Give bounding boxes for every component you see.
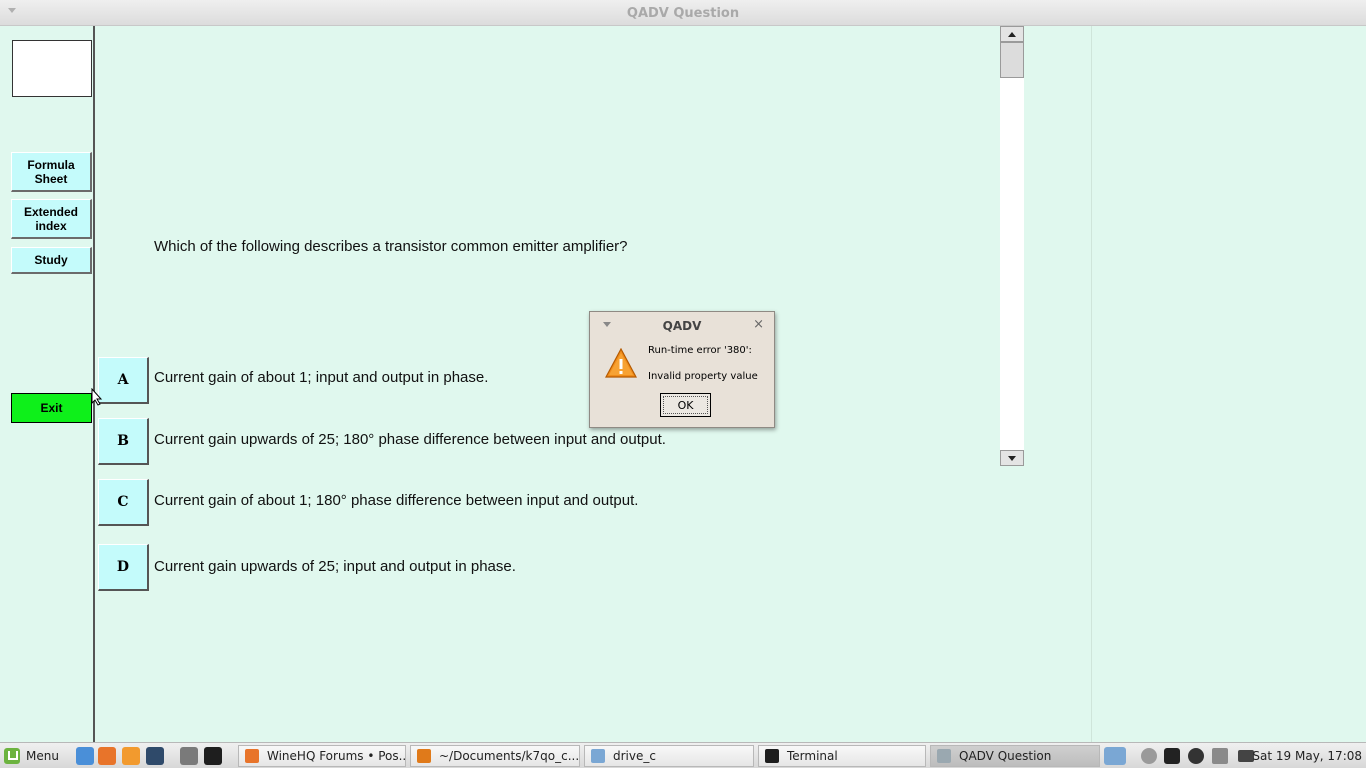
study-label: Study [34, 253, 68, 267]
tray-update[interactable] [1141, 745, 1157, 767]
wine-icon [937, 749, 951, 763]
tray-files[interactable] [1104, 745, 1126, 767]
dialog-close-icon[interactable]: × [753, 317, 764, 332]
formula-sheet-label: Formula Sheet [27, 157, 75, 186]
answer-d-letter: D [116, 559, 130, 575]
scroll-up-button[interactable] [1000, 26, 1024, 42]
exit-button[interactable]: Exit [11, 393, 92, 423]
folder-icon [1104, 747, 1126, 765]
vertical-scrollbar[interactable] [1000, 26, 1024, 466]
tray-network[interactable] [1164, 745, 1180, 767]
study-button[interactable]: Study [11, 247, 92, 274]
volume-icon [1212, 748, 1228, 764]
answer-c-button[interactable]: C [98, 479, 149, 526]
taskbar-window-label: drive_c [613, 749, 656, 763]
left-panel: Formula Sheet Extended index Study Exit [0, 26, 95, 742]
screen-icon [146, 747, 164, 765]
taskbar-window-qadv[interactable]: QADV Question [930, 745, 1100, 767]
mouse-cursor-icon [91, 388, 103, 406]
tray-volume[interactable] [1212, 745, 1228, 767]
error-message-line1: Run-time error '380': [648, 345, 752, 356]
chrome-icon [76, 747, 94, 765]
start-menu-button[interactable]: Menu [4, 745, 68, 767]
formula-sheet-button[interactable]: Formula Sheet [11, 152, 92, 192]
answer-b-letter: B [117, 433, 129, 449]
clock[interactable]: Sat 19 May, 17:08 [1252, 745, 1362, 767]
terminal-icon [204, 747, 222, 765]
firefox-icon [98, 747, 116, 765]
answer-a-letter: A [117, 372, 129, 388]
window-titlebar[interactable]: QADV Question [0, 0, 1366, 26]
launcher-firefox[interactable] [98, 745, 116, 767]
update-icon [1141, 748, 1157, 764]
window-title: QADV Question [626, 6, 740, 21]
ok-button[interactable]: OK [660, 393, 711, 417]
firefox-icon [245, 749, 259, 763]
taskbar-window-documents[interactable]: ~/Documents/k7qo_c... [410, 745, 580, 767]
exit-label: Exit [40, 401, 63, 415]
scroll-down-button[interactable] [1000, 450, 1024, 466]
folder-icon [591, 749, 605, 763]
taskbar-window-drive-c[interactable]: drive_c [584, 745, 754, 767]
answer-b-button[interactable]: B [98, 418, 149, 465]
arrow-up-icon [1008, 31, 1016, 37]
right-panel [1091, 26, 1366, 742]
launcher-terminal[interactable] [204, 745, 222, 767]
answer-d-text: Current gain upwards of 25; input and ou… [154, 558, 516, 575]
desktop-icon [180, 747, 198, 765]
question-text: Which of the following describes a trans… [154, 238, 628, 255]
error-dialog: QADV × Run-time error '380': Invalid pro… [589, 311, 775, 428]
arrow-down-icon [1008, 455, 1016, 461]
answer-c-text: Current gain of about 1; 180° phase diff… [154, 492, 639, 509]
answer-b-text: Current gain upwards of 25; 180° phase d… [154, 431, 666, 448]
bluetooth-icon [1188, 748, 1204, 764]
launcher-rss[interactable] [122, 745, 140, 767]
blank-display-box [12, 40, 92, 97]
network-icon [1164, 748, 1180, 764]
answer-a-button[interactable]: A [98, 357, 149, 404]
answer-a-text: Current gain of about 1; input and outpu… [154, 369, 489, 386]
launcher-chrome[interactable] [76, 745, 94, 767]
menu-label: Menu [26, 749, 59, 763]
taskbar-window-label: QADV Question [959, 749, 1052, 763]
extended-index-label: Extended index [23, 204, 78, 233]
sublime-icon [417, 749, 431, 763]
error-message-line2: Invalid property value [648, 371, 758, 382]
terminal-icon [765, 749, 779, 763]
dialog-title: QADV [662, 319, 702, 333]
taskbar-window-label: Terminal [787, 749, 838, 763]
launcher-screen[interactable] [146, 745, 164, 767]
taskbar-window-terminal[interactable]: Terminal [758, 745, 926, 767]
taskbar-window-label: ~/Documents/k7qo_c... [439, 749, 580, 763]
answer-d-button[interactable]: D [98, 544, 149, 591]
taskbar: Menu WineHQ Forums • Pos... ~/Documents/… [0, 742, 1366, 768]
scroll-thumb[interactable] [1000, 42, 1024, 78]
rss-icon [122, 747, 140, 765]
mint-logo-icon [4, 748, 20, 764]
taskbar-window-label: WineHQ Forums • Pos... [267, 749, 406, 763]
tray-bluetooth[interactable] [1188, 745, 1204, 767]
answer-c-letter: C [117, 494, 129, 510]
show-desktop[interactable] [180, 745, 198, 767]
warning-icon [605, 348, 637, 378]
taskbar-window-winehq[interactable]: WineHQ Forums • Pos... [238, 745, 406, 767]
extended-index-button[interactable]: Extended index [11, 199, 92, 239]
